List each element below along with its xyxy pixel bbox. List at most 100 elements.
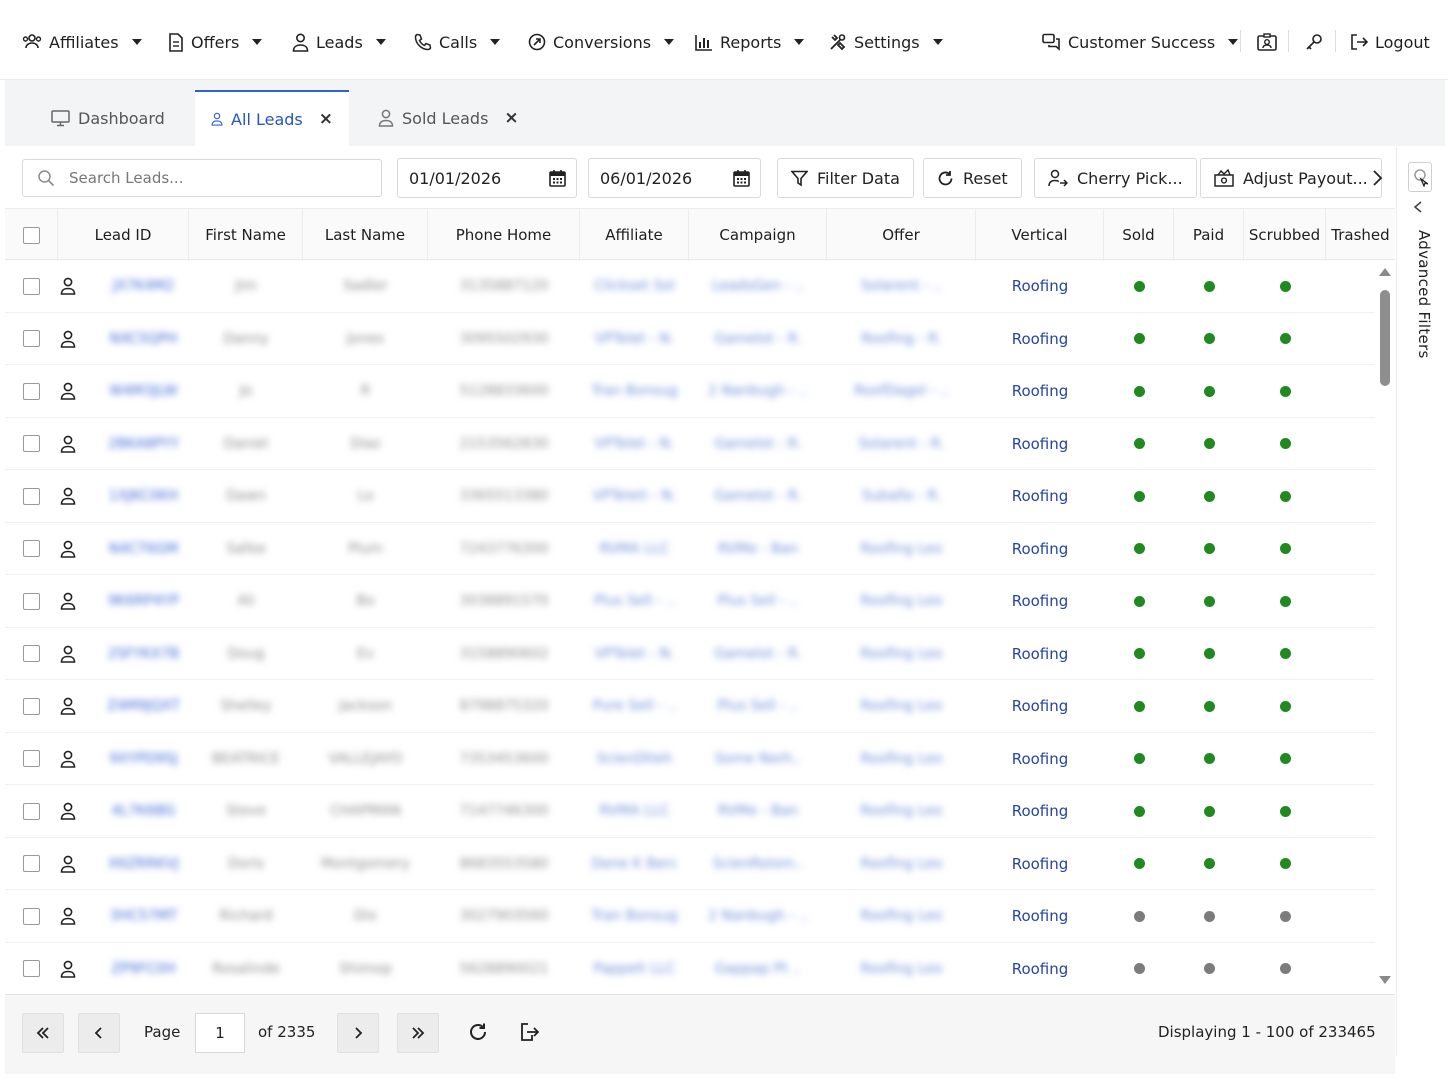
tab-dashboard[interactable]: Dashboard: [35, 90, 181, 146]
cell-affiliate[interactable]: Dene K Berc: [580, 838, 689, 890]
cell-lead-id[interactable]: W4M3JLW: [58, 365, 189, 417]
vertical-link[interactable]: Roofing: [1012, 540, 1069, 558]
cell-offer[interactable]: Roofing Leo: [827, 733, 976, 785]
cherry-pick-button[interactable]: Cherry Pick...: [1034, 158, 1197, 198]
cell-campaign[interactable]: Gamelot - R.: [689, 418, 827, 470]
cell-vertical[interactable]: Roofing: [976, 523, 1104, 575]
nav-calls[interactable]: Calls: [414, 28, 501, 56]
table-row[interactable]: 9XYPD9SJ BEATRICE VALLEJAYO 7353453600 Scien…: [5, 733, 1375, 785]
advanced-filters-toggle[interactable]: [1408, 162, 1432, 192]
cell-vertical[interactable]: Roofing: [976, 470, 1104, 522]
table-row[interactable]: 3HC57MT Richard Dix 3027903560 Tran Bonsug 2 …: [5, 890, 1375, 943]
date-to-field[interactable]: 06/01/2026: [588, 158, 761, 198]
cell-vertical[interactable]: Roofing: [976, 943, 1104, 995]
select-all-checkbox[interactable]: [22, 226, 40, 244]
advanced-filters-collapse[interactable]: [1412, 200, 1424, 218]
header-trashed[interactable]: Trashed: [1326, 209, 1395, 261]
table-row[interactable]: W4M3JLW Jo R 5128833600 Tran Bonsug 2 Nanbugh…: [5, 365, 1375, 418]
cell-affiliate[interactable]: RVMA LLC: [580, 523, 689, 575]
cell-offer[interactable]: Roofing Leo: [827, 943, 976, 995]
cell-campaign[interactable]: Some Nerh..: [689, 733, 827, 785]
header-scrubbed[interactable]: Scrubbed: [1244, 209, 1326, 261]
cell-lead-id[interactable]: 9K6RP4YP: [58, 575, 189, 627]
row-checkbox[interactable]: [23, 330, 40, 347]
adjust-payout-button[interactable]: Adjust Payout...: [1200, 158, 1382, 198]
table-row[interactable]: 2SFYKX7B Doug Ev 3158890602 VPTelet - N. Game…: [5, 628, 1375, 680]
vertical-link[interactable]: Roofing: [1012, 960, 1069, 978]
cell-vertical[interactable]: Roofing: [976, 838, 1104, 890]
cell-lead-id[interactable]: N4CT6GM: [58, 523, 189, 575]
calendar-icon[interactable]: [549, 169, 566, 187]
cell-affiliate[interactable]: VPTelet - N.: [580, 628, 689, 680]
vertical-link[interactable]: Roofing: [1012, 487, 1069, 505]
row-checkbox[interactable]: [23, 592, 40, 610]
nav-affiliates[interactable]: Affiliates: [22, 28, 142, 56]
reset-button[interactable]: Reset: [923, 158, 1022, 198]
nav-offers[interactable]: Offers: [168, 28, 263, 56]
row-checkbox[interactable]: [23, 907, 40, 925]
vertical-link[interactable]: Roofing: [1012, 435, 1069, 453]
last-page-button[interactable]: [397, 1013, 439, 1053]
id-card-button[interactable]: [1255, 30, 1279, 54]
cell-offer[interactable]: Roofing Leo: [827, 575, 976, 627]
cell-offer[interactable]: RoofDagel - ..: [827, 365, 976, 417]
cell-offer[interactable]: Roofing Leo: [827, 628, 976, 680]
cell-vertical[interactable]: Roofing: [976, 733, 1104, 785]
cell-campaign[interactable]: Gamelot - R.: [689, 470, 827, 522]
table-row[interactable]: ZP9FC0H Rosalinde Shimop 5628890021 Pappelt …: [5, 943, 1375, 995]
row-checkbox[interactable]: [23, 750, 40, 767]
toolbar-scroll-right[interactable]: [1368, 166, 1386, 190]
nav-logout[interactable]: Logout: [1350, 28, 1430, 56]
cell-affiliate[interactable]: Plus Sell - ..: [580, 575, 689, 627]
cell-offer[interactable]: Roofing Leo: [827, 890, 976, 942]
vertical-link[interactable]: Roofing: [1012, 750, 1069, 768]
cell-campaign[interactable]: Gamelot - R.: [689, 313, 827, 365]
header-offer[interactable]: Offer: [827, 209, 976, 261]
table-row[interactable]: 4L7K6BG Steve CHAPMAN 7147746300 RVMA LLC RVM…: [5, 785, 1375, 838]
header-phone-home[interactable]: Phone Home: [428, 209, 580, 261]
row-checkbox[interactable]: [23, 382, 40, 400]
header-paid[interactable]: Paid: [1174, 209, 1244, 261]
cell-affiliate[interactable]: RVMA LLC: [580, 785, 689, 837]
table-row[interactable]: 1XJKC0KH Dawn Lo 3365513380 VPTeleti - N. Gam…: [5, 470, 1375, 523]
vertical-link[interactable]: Roofing: [1012, 330, 1069, 348]
cell-lead-id[interactable]: 3HC57MT: [58, 890, 189, 942]
header-last-name[interactable]: Last Name: [303, 209, 428, 261]
cell-offer[interactable]: Roofing Leo: [827, 838, 976, 890]
cell-campaign[interactable]: Plus Sell - ..: [689, 680, 827, 732]
header-campaign[interactable]: Campaign: [689, 209, 827, 261]
cell-campaign[interactable]: 2 Nanbugh - ..: [689, 890, 827, 942]
vertical-link[interactable]: Roofing: [1012, 855, 1069, 873]
row-checkbox[interactable]: [23, 960, 40, 977]
header-first-name[interactable]: First Name: [189, 209, 303, 261]
cell-affiliate[interactable]: VPTelet - N.: [580, 313, 689, 365]
cell-affiliate[interactable]: Tran Bonsug: [580, 365, 689, 417]
vertical-link[interactable]: Roofing: [1012, 645, 1069, 663]
cell-vertical[interactable]: Roofing: [976, 628, 1104, 680]
row-checkbox[interactable]: [23, 855, 40, 872]
advanced-filters-label[interactable]: Advanced Filters: [1415, 230, 1433, 359]
date-from-field[interactable]: 01/01/2026: [397, 158, 577, 198]
table-row[interactable]: NXC5QPH Danny Jones 3095502930 VPTelet - N. G…: [5, 313, 1375, 365]
table-row[interactable]: Z4M9JQXT Shelley Jackson 8798875320 Pure Sel…: [5, 680, 1375, 733]
cell-campaign[interactable]: LeadsGen - ..: [689, 260, 827, 312]
vertical-link[interactable]: Roofing: [1012, 802, 1069, 820]
filter-data-button[interactable]: Filter Data: [777, 158, 914, 198]
cell-vertical[interactable]: Roofing: [976, 365, 1104, 417]
table-row[interactable]: JX7K4M2 Jim Sadler 3135887120 Clickset Sol Le…: [5, 260, 1375, 313]
page-number-input[interactable]: [195, 1013, 245, 1053]
table-row[interactable]: X6ZRRKVJ Doris Montgomery 8683553580 Dene K …: [5, 838, 1375, 890]
cell-affiliate[interactable]: Pappelt LLC: [580, 943, 689, 995]
cell-lead-id[interactable]: 2BKA8PYY: [58, 418, 189, 470]
row-checkbox[interactable]: [23, 645, 40, 662]
cell-offer[interactable]: Solarent - ..: [827, 260, 976, 312]
cell-vertical[interactable]: Roofing: [976, 418, 1104, 470]
cell-vertical[interactable]: Roofing: [976, 785, 1104, 837]
cell-offer[interactable]: Roofing Leo: [827, 523, 976, 575]
row-checkbox[interactable]: [23, 277, 40, 295]
nav-reports[interactable]: Reports: [695, 28, 805, 56]
key-button[interactable]: [1302, 30, 1326, 54]
vertical-link[interactable]: Roofing: [1012, 382, 1069, 400]
cell-vertical[interactable]: Roofing: [976, 890, 1104, 942]
cell-lead-id[interactable]: X6ZRRKVJ: [58, 838, 189, 890]
